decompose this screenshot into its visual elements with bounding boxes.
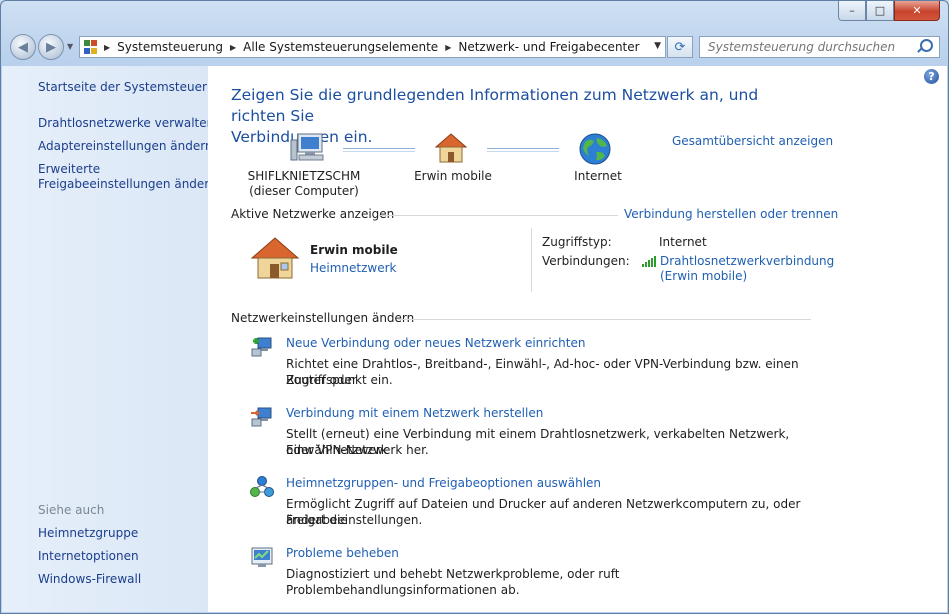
active-networks-heading: Aktive Netzwerke anzeigen — [231, 207, 395, 221]
connections-label: Verbindungen: — [542, 254, 630, 268]
sidebar-link-heimnetzgruppe[interactable]: Heimnetzgruppe — [38, 526, 138, 541]
breadcrumb-separator-icon[interactable]: ▶ — [104, 43, 110, 52]
section-divider — [398, 319, 811, 320]
breadcrumb-netzwerkcenter[interactable]: Netzwerk- und Freigabecenter — [458, 40, 639, 54]
connection-link-line1[interactable]: Drahtlosnetzwerkverbindung — [660, 254, 834, 268]
task-new-connection-link[interactable]: Neue Verbindung oder neues Netzwerk einr… — [286, 336, 585, 350]
main-content: ? Zeigen Sie die grundlegenden Informati… — [208, 66, 947, 612]
task-connect-network-link[interactable]: Verbindung mit einem Netzwerk herstellen — [286, 406, 543, 420]
control-panel-icon — [84, 40, 98, 54]
help-icon[interactable]: ? — [924, 69, 939, 84]
task-troubleshoot-desc-line1: Diagnostiziert und behebt Netzwerkproble… — [286, 567, 620, 597]
maximize-button[interactable]: □ — [866, 1, 894, 21]
sidebar: Startseite der Systemsteuerung Drahtlosn… — [2, 66, 230, 612]
forward-button[interactable]: ▶ — [38, 34, 64, 60]
search-box[interactable] — [699, 36, 940, 58]
homegroup-icon — [250, 476, 274, 497]
map-connector-line — [487, 148, 559, 152]
vertical-divider — [531, 228, 532, 292]
connect-network-icon — [251, 407, 272, 427]
sidebar-link-adaptereinstellungen[interactable]: Adaptereinstellungen ändern — [38, 139, 213, 154]
map-connector-line — [343, 148, 415, 152]
breadcrumb-alle-elemente[interactable]: Alle Systemsteuerungselemente — [243, 40, 438, 54]
address-bar[interactable]: ▶ Systemsteuerung ▶ Alle Systemsteuerung… — [79, 36, 666, 58]
sidebar-link-erweiterte-line2[interactable]: Freigabeeinstellungen ändern — [38, 177, 217, 192]
task-homegroup-desc-line2: Freigabeeinstellungen. — [286, 513, 423, 527]
search-icon[interactable] — [920, 39, 933, 52]
connection-link-line2[interactable]: (Erwin mobile) — [660, 269, 747, 283]
access-type-label: Zugriffstyp: — [542, 235, 612, 249]
breadcrumb-separator-icon[interactable]: ▶ — [230, 43, 236, 52]
recent-pages-dropdown-icon[interactable]: ▼ — [67, 42, 73, 51]
refresh-button[interactable]: ⟳ — [667, 36, 693, 58]
sidebar-link-drahtlosnetzwerke[interactable]: Drahtlosnetzwerke verwalten — [38, 116, 214, 131]
full-map-link[interactable]: Gesamtübersicht anzeigen — [672, 134, 833, 148]
network-node-label: Erwin mobile — [414, 169, 492, 183]
caption-buttons: – □ ✕ — [838, 1, 940, 21]
back-button[interactable]: ◀ — [10, 34, 36, 60]
internet-globe-icon — [579, 133, 611, 165]
see-also-heading: Siehe auch — [38, 503, 105, 517]
task-troubleshoot-link[interactable]: Probleme beheben — [286, 546, 399, 560]
troubleshoot-icon — [251, 547, 273, 567]
minimize-button[interactable]: – — [838, 1, 866, 21]
sidebar-link-firewall[interactable]: Windows-Firewall — [38, 572, 141, 587]
breadcrumb-separator-icon[interactable]: ▶ — [445, 43, 451, 52]
internet-node-label: Internet — [574, 169, 622, 183]
sidebar-link-internetoptionen[interactable]: Internetoptionen — [38, 549, 139, 564]
sidebar-link-erweiterte-line1[interactable]: Erweiterte — [38, 162, 100, 177]
breadcrumb-systemsteuerung[interactable]: Systemsteuerung — [117, 40, 223, 54]
section-divider — [378, 215, 618, 216]
home-network-icon — [434, 133, 468, 163]
task-connect-network-desc-line2: oder VPN-Netzwerk her. — [286, 443, 429, 457]
computer-icon — [290, 133, 324, 161]
search-input[interactable] — [706, 37, 920, 57]
window: – □ ✕ ◀ ▶ ▼ ▶ Systemsteuerung ▶ Alle Sys… — [0, 0, 949, 614]
computer-subtitle: (dieser Computer) — [249, 184, 359, 198]
navigation-bar: ◀ ▶ ▼ ▶ Systemsteuerung ▶ Alle Systemste… — [1, 33, 948, 61]
active-network-name: Erwin mobile — [310, 243, 398, 257]
computer-name: SHIFLKNIETZSCHM — [247, 169, 361, 183]
page-title-line1: Zeigen Sie die grundlegenden Information… — [231, 86, 759, 125]
task-new-connection-desc-line2: Zugriffspunkt ein. — [286, 373, 393, 387]
close-button[interactable]: ✕ — [894, 1, 940, 21]
sidebar-link-startseite[interactable]: Startseite der Systemsteuerung — [38, 80, 230, 95]
network-settings-heading: Netzwerkeinstellungen ändern — [231, 311, 415, 325]
home-network-large-icon — [250, 237, 300, 279]
connect-disconnect-link[interactable]: Verbindung herstellen oder trennen — [624, 207, 838, 221]
address-dropdown-icon[interactable]: ▼ — [654, 41, 661, 51]
new-connection-icon — [251, 337, 272, 357]
access-type-value: Internet — [659, 235, 707, 249]
wifi-signal-icon — [642, 256, 656, 267]
network-type-link[interactable]: Heimnetzwerk — [310, 261, 397, 275]
task-homegroup-link[interactable]: Heimnetzgruppen- und Freigabeoptionen au… — [286, 476, 601, 490]
